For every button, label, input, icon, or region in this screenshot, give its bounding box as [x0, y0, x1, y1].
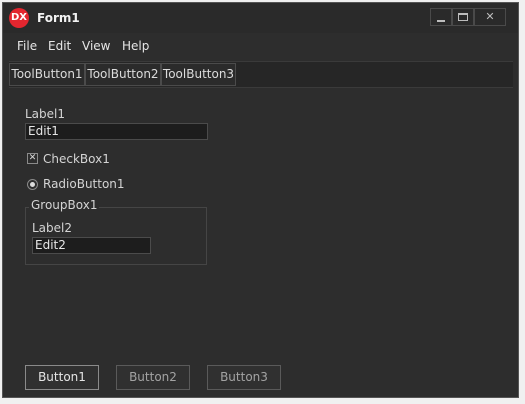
checkbox1[interactable]: ✕ [27, 153, 38, 164]
window-title: Form1 [37, 11, 80, 25]
label2: Label2 [32, 221, 73, 235]
checkbox1-label[interactable]: CheckBox1 [43, 152, 110, 166]
groupbox1-caption: GroupBox1 [29, 198, 100, 212]
menu-help[interactable]: Help [122, 39, 149, 53]
radiobutton1-label[interactable]: RadioButton1 [43, 177, 125, 191]
label1: Label1 [25, 107, 66, 121]
form1-window: DX Form1 ✕ File Edit View Help ToolButto… [2, 2, 519, 398]
minimize-icon [437, 20, 445, 22]
dx-logo-icon: DX [9, 8, 29, 28]
maximize-icon [458, 13, 468, 21]
menu-file[interactable]: File [17, 39, 37, 53]
radiobutton1[interactable] [27, 179, 38, 190]
maximize-button[interactable] [452, 8, 474, 26]
menu-edit[interactable]: Edit [48, 39, 71, 53]
tool-button-2[interactable]: ToolButton2 [85, 63, 161, 86]
edit1-input[interactable]: Edit1 [25, 123, 208, 140]
title-bar[interactable]: DX Form1 ✕ [3, 3, 518, 33]
minimize-button[interactable] [430, 8, 452, 26]
close-button[interactable]: ✕ [474, 8, 506, 26]
button3[interactable]: Button3 [207, 365, 281, 390]
menu-bar: File Edit View Help [3, 37, 518, 57]
menu-view[interactable]: View [82, 39, 110, 53]
radio-selected-icon [30, 182, 35, 187]
checkbox-checked-icon: ✕ [28, 153, 37, 163]
groupbox1 [25, 207, 207, 265]
edit2-input[interactable]: Edit2 [32, 237, 151, 254]
button1[interactable]: Button1 [25, 365, 99, 390]
tool-button-1[interactable]: ToolButton1 [9, 63, 85, 86]
toolbar: ToolButton1 ToolButton2 ToolButton3 [9, 61, 513, 88]
button2[interactable]: Button2 [116, 365, 190, 390]
tool-button-3[interactable]: ToolButton3 [161, 63, 236, 86]
close-icon: ✕ [485, 10, 495, 23]
